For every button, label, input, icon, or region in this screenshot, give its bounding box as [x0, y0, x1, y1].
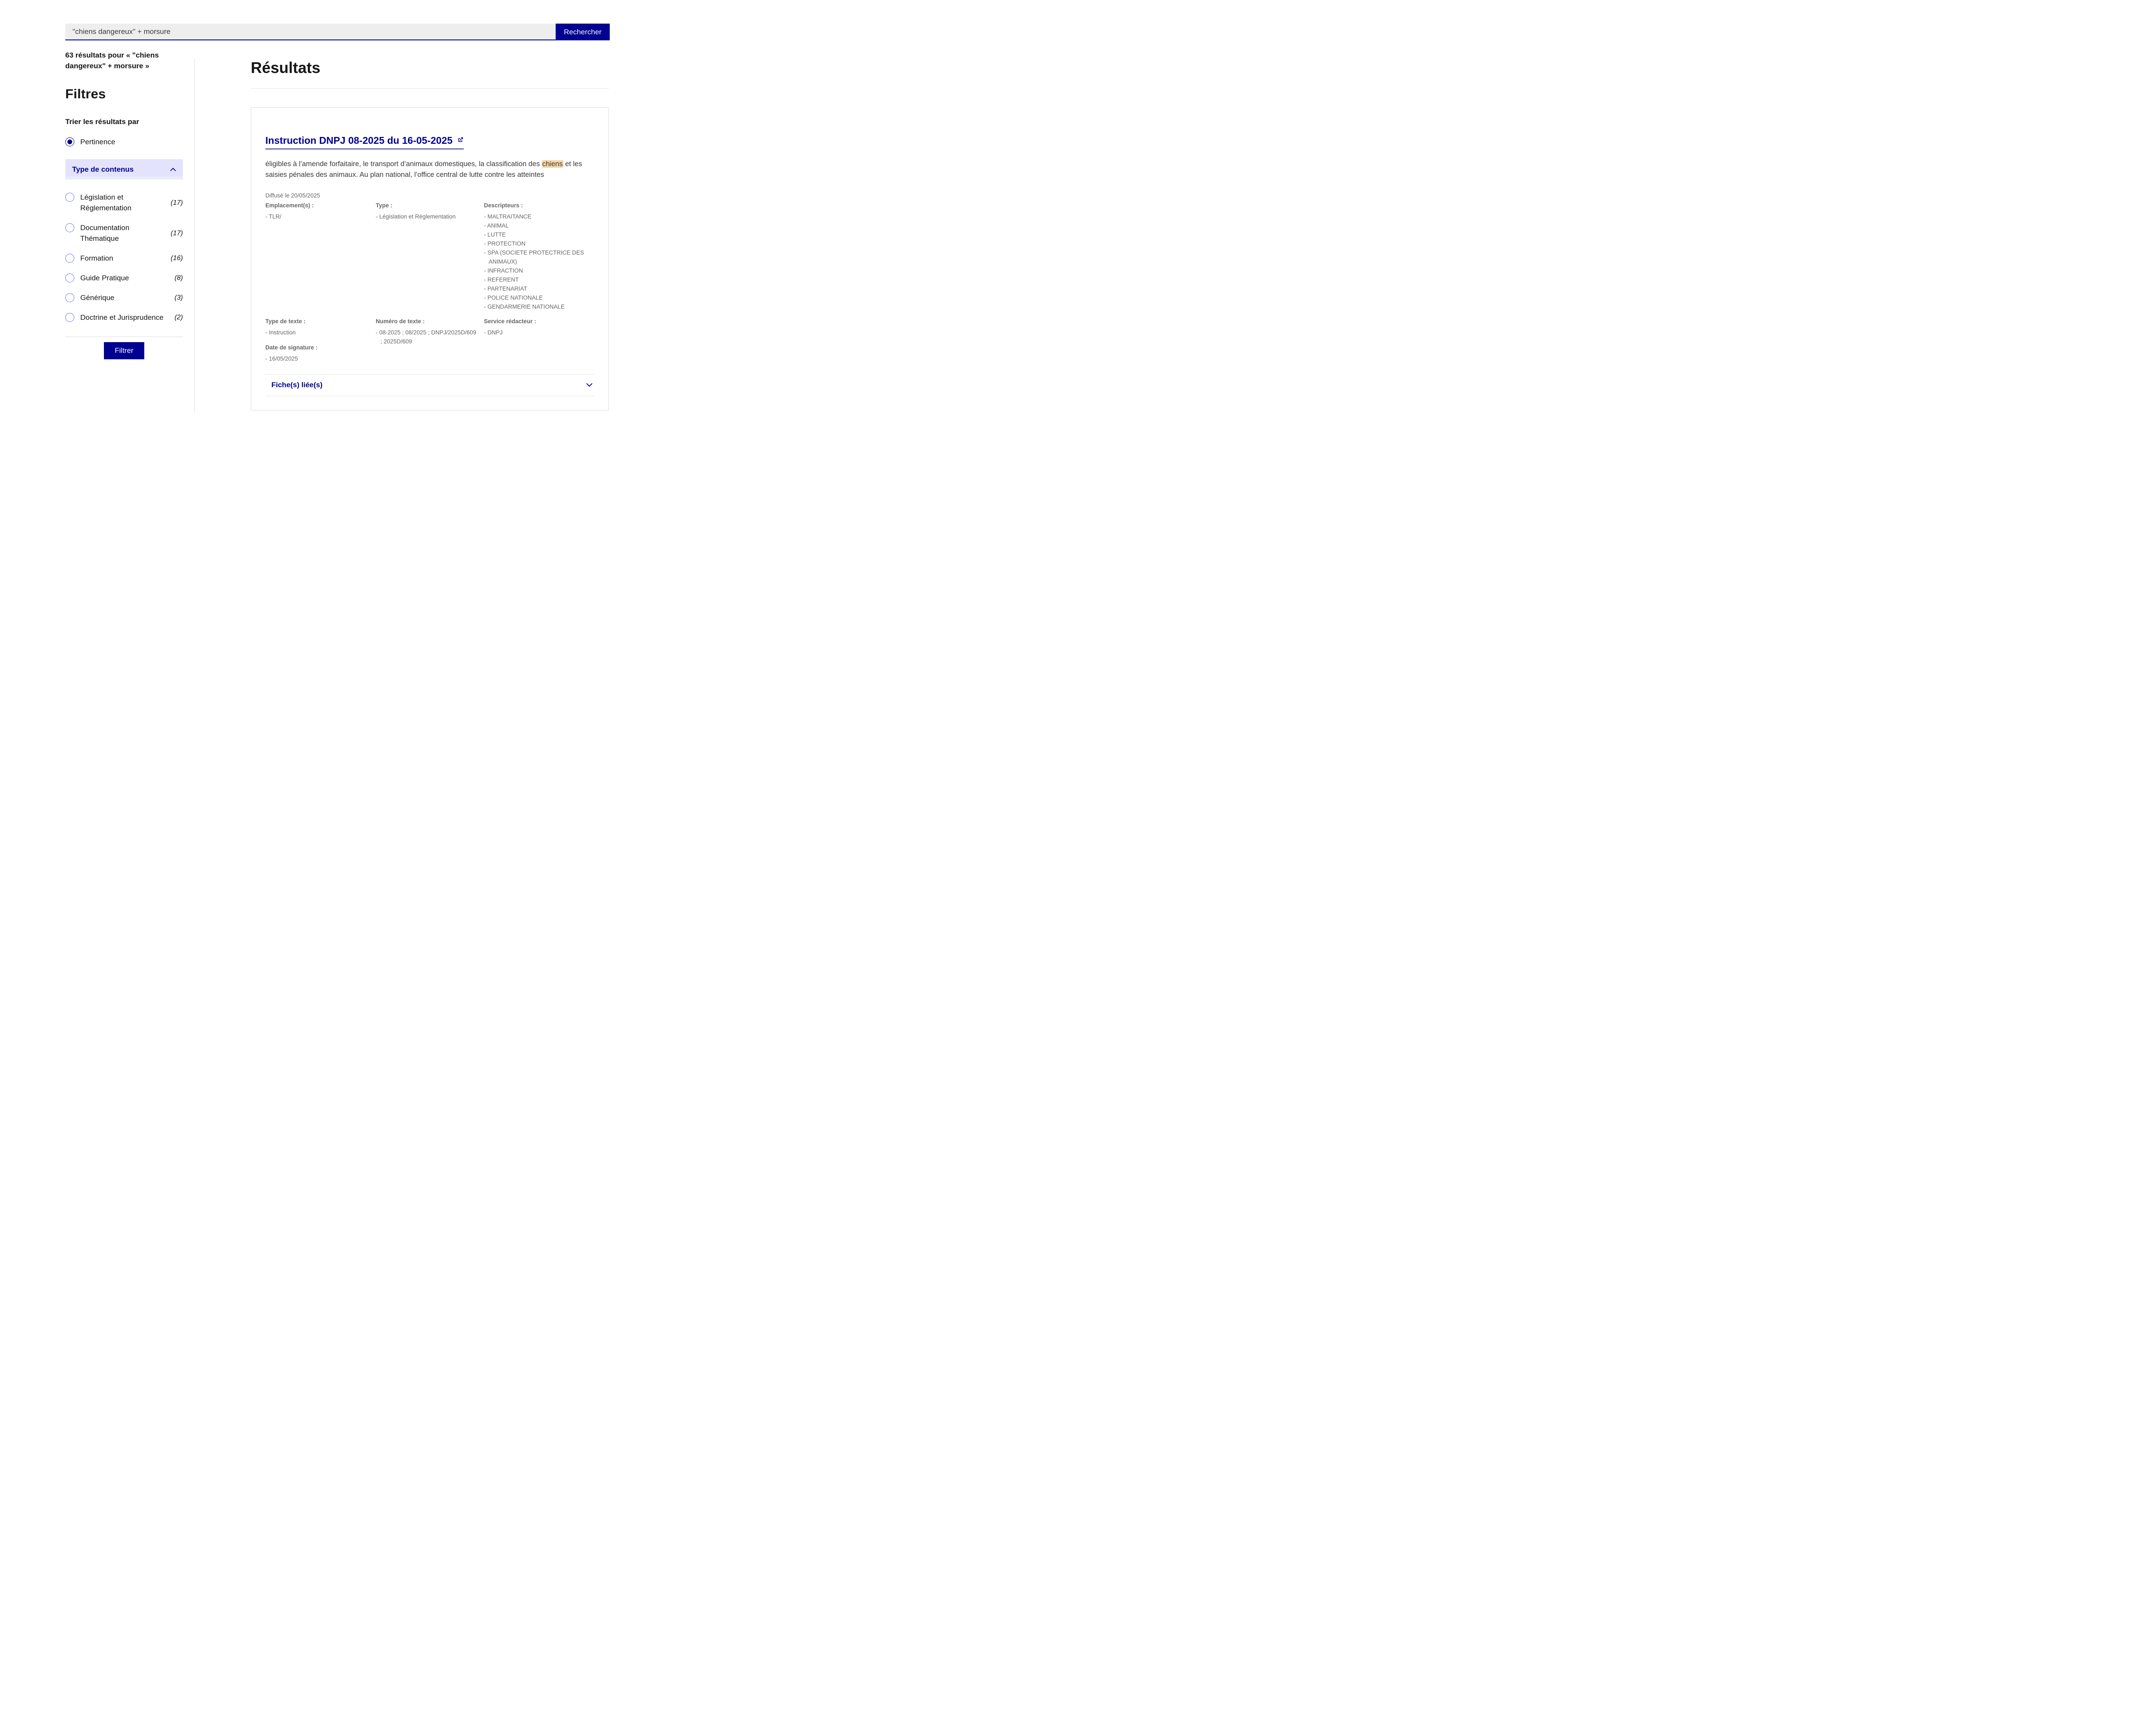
metadata-descripteurs: Descripteurs : - MALTRAITANCE- ANIMAL- L…: [484, 201, 594, 311]
content-type-option[interactable]: Doctrine et Jurisprudence (2): [65, 312, 183, 323]
descripteur-item: - REFERENT: [484, 275, 594, 284]
chevron-down-icon: [586, 383, 593, 387]
sort-by-label: Trier les résultats par: [65, 118, 183, 126]
sort-option-label: Pertinence: [80, 138, 115, 146]
content-type-label: Guide Pratique: [80, 273, 168, 283]
metadata-type: Type : - Législation et Réglementation: [376, 201, 484, 311]
search-input[interactable]: [65, 24, 556, 40]
descripteur-item: - ANIMAL: [484, 221, 594, 230]
radio-unselected-icon[interactable]: [65, 313, 74, 322]
emplacement-label: Emplacement(s) :: [265, 201, 376, 210]
search-button[interactable]: Rechercher: [556, 24, 610, 40]
filter-button-container: Filtrer: [65, 342, 183, 359]
result-title-link[interactable]: Instruction DNPJ 08-2025 du 16-05-2025: [265, 135, 464, 149]
date-signature-label: Date de signature :: [265, 343, 376, 352]
type-value: - Législation et Réglementation: [376, 212, 484, 221]
emplacement-value: - TLR/: [265, 212, 376, 221]
metadata-type-texte-et-date: Type de texte : - Instruction Date de si…: [265, 317, 376, 363]
result-title-text: Instruction DNPJ 08-2025 du 16-05-2025: [265, 135, 453, 146]
vertical-separator: [194, 58, 195, 413]
accordion-title: Type de contenus: [72, 165, 134, 174]
radio-unselected-icon[interactable]: [65, 293, 74, 302]
content-type-count: (8): [174, 273, 183, 283]
descripteur-item: - LUTTE: [484, 230, 594, 239]
content-type-label: Législation et Réglementation: [80, 192, 165, 213]
content-type-option[interactable]: Formation (16): [65, 253, 183, 264]
results-count-summary: 63 résultats pour « "chiens dangereux" +…: [65, 50, 165, 71]
result-card: Instruction DNPJ 08-2025 du 16-05-2025 é…: [251, 107, 609, 410]
excerpt-text-before: éligibles à l’amende forfaitaire, le tra…: [265, 160, 542, 168]
radio-unselected-icon[interactable]: [65, 273, 74, 282]
content-type-count: (16): [171, 253, 183, 264]
descripteur-item: - MALTRAITANCE: [484, 212, 594, 221]
numero-texte-value: - 08-2025 ; 08/2025 ; DNPJ/2025D/609 ; 2…: [376, 328, 478, 346]
radio-unselected-icon[interactable]: [65, 254, 74, 263]
metadata-service-redacteur: Service rédacteur : - DNPJ: [484, 317, 594, 363]
content-type-option[interactable]: Documentation Thématique (17): [65, 222, 183, 244]
chevron-up-icon: [170, 167, 176, 171]
descripteur-item: - GENDARMERIE NATIONALE: [484, 302, 594, 311]
content-type-option[interactable]: Guide Pratique (8): [65, 273, 183, 283]
results-divider: [251, 88, 609, 89]
apply-filters-button[interactable]: Filtrer: [104, 342, 144, 359]
result-title-row: Instruction DNPJ 08-2025 du 16-05-2025: [265, 135, 594, 149]
numero-texte-label: Numéro de texte :: [376, 317, 484, 326]
descripteur-item: - SPA (SOCIETE PROTECTRICE DES ANIMAUX): [484, 248, 594, 266]
content-type-count: (2): [174, 312, 183, 323]
radio-unselected-icon[interactable]: [65, 193, 74, 202]
content-type-filter-list: Législation et Réglementation (17) Docum…: [65, 192, 183, 323]
date-signature-value: - 16/05/2025: [265, 354, 376, 363]
accordion-type-de-contenus[interactable]: Type de contenus: [65, 159, 183, 179]
result-excerpt: éligibles à l’amende forfaitaire, le tra…: [265, 159, 583, 180]
content-type-count: (17): [171, 228, 183, 239]
sort-option-pertinence[interactable]: Pertinence: [65, 137, 183, 146]
descripteur-item: - INFRACTION: [484, 266, 594, 275]
search-bar: Rechercher: [65, 24, 610, 40]
descripteur-item: - POLICE NATIONALE: [484, 293, 594, 302]
search-results-page: Rechercher 63 résultats pour « "chiens d…: [0, 0, 671, 434]
metadata-date-signature: Date de signature : - 16/05/2025: [265, 343, 376, 363]
service-redacteur-label: Service rédacteur :: [484, 317, 594, 326]
content-type-label: Documentation Thématique: [80, 222, 165, 244]
fiches-liees-accordion[interactable]: Fiche(s) liée(s): [265, 375, 594, 396]
external-link-icon: [457, 137, 464, 143]
result-metadata-grid: Emplacement(s) : - TLR/ Type : - Législa…: [265, 201, 594, 363]
content-type-count: (3): [174, 292, 183, 303]
filters-sidebar: 63 résultats pour « "chiens dangereux" +…: [65, 50, 183, 413]
metadata-type-texte: Type de texte : - Instruction: [265, 317, 376, 337]
descripteurs-list: - MALTRAITANCE- ANIMAL- LUTTE- PROTECTIO…: [484, 212, 594, 311]
metadata-emplacement: Emplacement(s) : - TLR/: [265, 201, 376, 311]
content-area: 63 résultats pour « "chiens dangereux" +…: [65, 50, 671, 413]
content-type-label: Formation: [80, 253, 165, 264]
excerpt-highlight: chiens: [542, 160, 563, 168]
service-redacteur-value: - DNPJ: [484, 328, 594, 337]
type-texte-label: Type de texte :: [265, 317, 376, 326]
results-main: Résultats Instruction DNPJ 08-2025 du 16…: [251, 50, 609, 413]
content-type-option[interactable]: Législation et Réglementation (17): [65, 192, 183, 213]
content-type-label: Doctrine et Jurisprudence: [80, 312, 168, 323]
descripteur-item: - PROTECTION: [484, 239, 594, 248]
type-label: Type :: [376, 201, 484, 210]
type-texte-value: - Instruction: [265, 328, 376, 337]
results-page-title: Résultats: [251, 58, 609, 77]
published-date: Diffusé le 20/05/2025: [265, 192, 594, 199]
radio-unselected-icon[interactable]: [65, 223, 74, 232]
radio-selected-icon[interactable]: [65, 137, 74, 146]
metadata-numero-texte: Numéro de texte : - 08-2025 ; 08/2025 ; …: [376, 317, 484, 363]
descripteurs-label: Descripteurs :: [484, 201, 594, 210]
descripteur-item: - PARTENARIAT: [484, 284, 594, 293]
filters-heading: Filtres: [65, 86, 183, 102]
fiches-liees-label: Fiche(s) liée(s): [271, 381, 322, 389]
content-type-count: (17): [171, 197, 183, 208]
content-type-label: Générique: [80, 292, 168, 303]
content-type-option[interactable]: Générique (3): [65, 292, 183, 303]
